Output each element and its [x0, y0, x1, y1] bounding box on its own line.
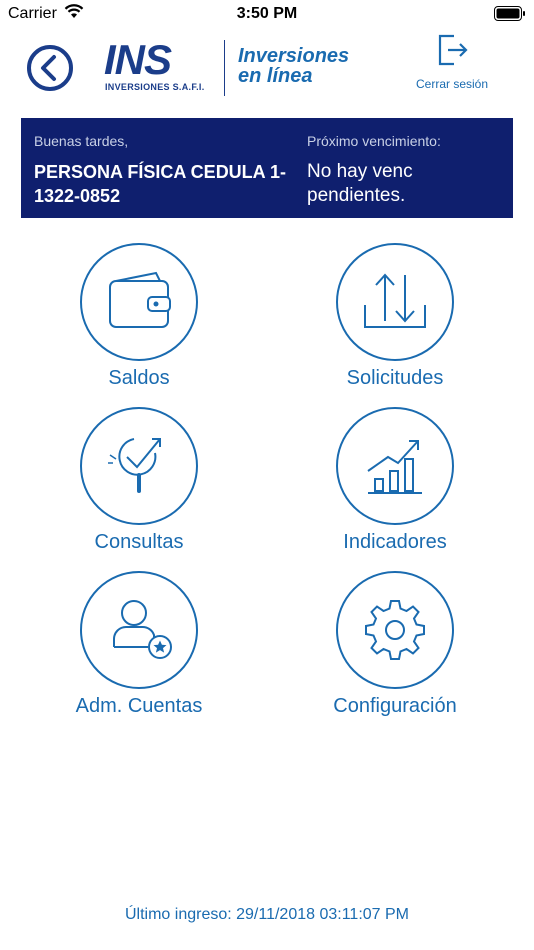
app-title-line1: Inversiones: [238, 45, 350, 67]
menu-item-configuracion[interactable]: Configuración: [295, 571, 495, 721]
menu-label-indicadores: Indicadores: [343, 531, 447, 553]
back-button[interactable]: [26, 44, 74, 92]
battery-icon: [494, 6, 526, 26]
menu-circle-indicadores: [336, 407, 454, 525]
bar-chart-growth-icon: [367, 440, 422, 494]
user-info-banner: Buenas tardes, PERSONA FÍSICA CEDULA 1-1…: [21, 118, 513, 218]
menu-circle-configuracion: [336, 571, 454, 689]
status-bar: Carrier 3:50 PM: [0, 0, 534, 28]
status-time: 3:50 PM: [236, 5, 298, 22]
menu-label-adm-cuentas: Adm. Cuentas: [75, 695, 203, 717]
menu-label-saldos: Saldos: [108, 367, 170, 389]
menu-circle-adm-cuentas: [80, 571, 198, 689]
last-login-text: Último ingreso: 29/11/2018 03:11:07 PM: [124, 906, 410, 923]
greeting-text: Buenas tardes,: [34, 133, 129, 149]
logo-divider: [224, 40, 225, 96]
transfer-arrows-icon: [364, 273, 426, 328]
menu-circle-saldos: [80, 243, 198, 361]
next-due-value: No hay venc pendientes.: [307, 161, 413, 206]
menu-item-adm-cuentas[interactable]: Adm. Cuentas: [39, 571, 239, 721]
menu-circle-solicitudes: [336, 243, 454, 361]
logout-icon: [432, 30, 472, 75]
menu-item-saldos[interactable]: Saldos: [39, 243, 239, 393]
gear-icon: [365, 600, 425, 660]
menu-label-solicitudes: Solicitudes: [346, 367, 444, 389]
logout-label: Cerrar sesión: [415, 77, 489, 91]
app-title-line2: en línea: [238, 65, 313, 87]
menu-circle-consultas: [80, 407, 198, 525]
user-star-icon: [113, 600, 172, 659]
menu-item-indicadores[interactable]: Indicadores: [295, 407, 495, 557]
app-header: INS INVERSIONES S.A.F.I. Inversiones en …: [0, 28, 534, 112]
magnifier-check-icon: [108, 438, 161, 493]
menu-item-solicitudes[interactable]: Solicitudes: [295, 243, 495, 393]
chevron-left-icon: [27, 45, 73, 91]
logo-subtext: INVERSIONES S.A.F.I.: [105, 82, 205, 92]
app-title: Inversiones en línea: [238, 46, 349, 86]
wallet-icon: [109, 271, 171, 328]
menu-label-consultas: Consultas: [94, 531, 184, 553]
logout-button[interactable]: Cerrar sesión: [406, 30, 498, 94]
ins-logo: INS INVERSIONES S.A.F.I.: [104, 36, 226, 100]
logo-text: INS: [104, 36, 172, 83]
user-name: PERSONA FÍSICA CEDULA 1-1322-0852: [34, 162, 287, 206]
menu-label-configuracion: Configuración: [333, 695, 457, 717]
next-due-label: Próximo vencimiento:: [307, 133, 441, 149]
menu-item-consultas[interactable]: Consultas: [39, 407, 239, 557]
